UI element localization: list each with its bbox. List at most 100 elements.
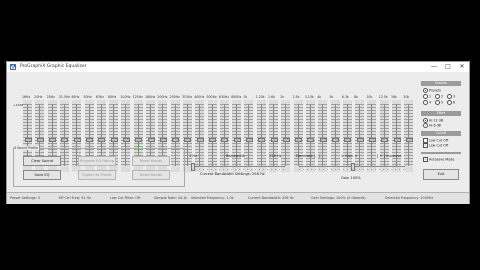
eq-band-frequency-label: 16Hz bbox=[22, 95, 31, 99]
eq-band-slider-thumb[interactable] bbox=[233, 138, 241, 142]
eq-band-frequency-label: 6.3k bbox=[341, 95, 349, 99]
eq-band-slider-thumb[interactable] bbox=[172, 138, 180, 142]
eq-band-frequency-label: 800Hz bbox=[231, 95, 242, 99]
status-item: Low Cut Filter: Off bbox=[110, 196, 141, 200]
export-preset-button[interactable]: Export as Preset bbox=[78, 170, 116, 180]
save-eq-button[interactable]: Save EQ bbox=[23, 170, 61, 180]
cutoff-low-2[interactable]: ✓ Low Cut Off bbox=[423, 143, 448, 148]
eq-band-slider-track[interactable] bbox=[260, 104, 262, 166]
eq-band-slider-thumb[interactable] bbox=[159, 138, 167, 142]
eq-band-frequency-label: 20Hz bbox=[34, 95, 43, 99]
eq-band-slider-thumb[interactable] bbox=[381, 138, 389, 142]
eq-band-slider-thumb[interactable] bbox=[368, 138, 376, 142]
eq-band-slider-thumb[interactable] bbox=[49, 138, 57, 142]
gain-label: < Gain > bbox=[341, 154, 358, 158]
preset-6[interactable]: 6 bbox=[447, 100, 455, 105]
status-item: Current Bandwidth: 256 Hz bbox=[248, 196, 294, 200]
eq-band-slider-track[interactable] bbox=[285, 104, 287, 166]
eq-band-frequency-label: 2.5k bbox=[292, 95, 300, 99]
eq-band-slider-track[interactable] bbox=[322, 104, 324, 166]
close-button[interactable]: ✕ bbox=[455, 62, 469, 71]
bandwidth-slider-track[interactable] bbox=[191, 166, 285, 167]
eq-band-slider-thumb[interactable] bbox=[270, 138, 278, 142]
eq-band-frequency-label: 31.5Hz bbox=[58, 95, 71, 99]
eq-band-frequency-label: 5k bbox=[329, 95, 334, 99]
bandwidth-max-label: 256 Hz bbox=[269, 154, 282, 158]
eq-band-frequency-label: 125Hz bbox=[132, 95, 143, 99]
eq-band-slider-track[interactable] bbox=[408, 104, 410, 166]
preset-5[interactable]: 5 bbox=[435, 100, 443, 105]
eq-band-slider-track[interactable] bbox=[199, 104, 201, 166]
eq-band-slider-thumb[interactable] bbox=[295, 138, 303, 142]
eq-band-slider-thumb[interactable] bbox=[184, 138, 192, 142]
max-gain-label: +12dB bbox=[13, 103, 24, 107]
eq-band-slider-thumb[interactable] bbox=[393, 138, 401, 142]
eq-band-slider-track[interactable] bbox=[371, 104, 373, 166]
minimize-button[interactable]: — bbox=[427, 62, 441, 71]
exit-button[interactable]: Exit bbox=[423, 169, 459, 180]
eq-band-slider-track[interactable] bbox=[334, 104, 336, 166]
eq-band-slider-thumb[interactable] bbox=[245, 138, 253, 142]
eq-band-slider-thumb[interactable] bbox=[24, 138, 32, 142]
eq-band-slider-thumb[interactable] bbox=[196, 138, 204, 142]
status-item: Gain Settings: 100% (0 Gbands) bbox=[311, 196, 366, 200]
eq-band-slider-track[interactable] bbox=[186, 104, 188, 166]
eq-band-slider-thumb[interactable] bbox=[344, 138, 352, 142]
eq-band-slider-track[interactable] bbox=[359, 104, 361, 166]
eq-band-slider-track[interactable] bbox=[223, 104, 225, 166]
gain-increase-label[interactable]: [ + ] Increase bbox=[377, 154, 401, 158]
preset-2[interactable]: 2 bbox=[435, 94, 443, 99]
status-item: Selected Frequency: 1000Hz bbox=[385, 196, 434, 200]
eq-band-frequency-label: 1.25k bbox=[255, 95, 265, 99]
presets-radio-master[interactable]: Presets bbox=[423, 88, 441, 93]
eq-band-slider-thumb[interactable] bbox=[86, 138, 93, 142]
filter-header: Filter bbox=[421, 111, 461, 116]
eq-band-frequency-label: 63Hz bbox=[95, 95, 104, 99]
gain-value: Gain 100% bbox=[341, 176, 361, 180]
eq-band-frequency-label: 315Hz bbox=[181, 95, 193, 99]
preset-3[interactable]: 3 bbox=[447, 94, 455, 99]
eq-band-frequency-label: 400Hz bbox=[194, 95, 205, 99]
import-preset-button[interactable]: Reset Bands bbox=[132, 170, 170, 180]
eq-band-slider-thumb[interactable] bbox=[147, 138, 155, 142]
eq-band-frequency-label: 1.6k bbox=[268, 95, 275, 99]
eq-band-slider-thumb[interactable] bbox=[209, 138, 216, 142]
eq-band-slider-track[interactable] bbox=[211, 104, 213, 166]
status-item: Selected Frequency: 1.0k bbox=[191, 196, 234, 200]
title-bar[interactable]: ProGraphiX Graphic Equalizer — □ ✕ bbox=[7, 62, 469, 72]
eq-band-slider-thumb[interactable] bbox=[282, 138, 290, 142]
equalizer-window: ProGraphiX Graphic Equalizer — □ ✕ +12dB… bbox=[6, 61, 470, 204]
eq-band-slider-thumb[interactable] bbox=[110, 138, 118, 142]
eq-band-frequency-label: 1k bbox=[243, 95, 248, 99]
cutoff-header: Cutoff bbox=[421, 131, 461, 136]
eq-band-slider-thumb[interactable] bbox=[332, 138, 339, 142]
eq-band-slider-thumb[interactable] bbox=[135, 138, 143, 142]
eq-band-slider-thumb[interactable] bbox=[258, 138, 266, 142]
eq-band-slider-track[interactable] bbox=[248, 104, 250, 166]
eq-band-slider-thumb[interactable] bbox=[221, 138, 229, 142]
eq-band-slider-thumb[interactable] bbox=[61, 138, 69, 142]
eq-band-slider-thumb[interactable] bbox=[122, 138, 130, 142]
eq-band-frequency-label: 12.5k bbox=[378, 95, 388, 99]
preset-4[interactable]: 4 bbox=[423, 100, 431, 105]
eq-band-slider-thumb[interactable] bbox=[319, 138, 327, 142]
bandwidth-label: Bandwidth bbox=[226, 154, 246, 158]
gain-decrease-label[interactable]: Decrease [ - ] bbox=[296, 154, 320, 158]
eq-band-frequency-label: 3.15k bbox=[304, 95, 314, 99]
status-item: Preset Settings: 3 bbox=[10, 196, 40, 200]
eq-band-slider-thumb[interactable] bbox=[98, 138, 106, 142]
eq-band-slider-thumb[interactable] bbox=[405, 138, 413, 142]
preset-1[interactable]: 1 bbox=[423, 94, 431, 99]
filter-hi6[interactable]: Hi 6 dB bbox=[423, 123, 441, 128]
eq-band-frequency-label: 250Hz bbox=[169, 95, 180, 99]
reset-bands-button[interactable]: Reset Bands bbox=[132, 156, 170, 166]
eq-band-slider-thumb[interactable] bbox=[307, 138, 315, 142]
clear-sound-button[interactable]: Clear Sound bbox=[23, 156, 61, 166]
eq-band-slider-thumb[interactable] bbox=[36, 138, 44, 142]
eq-band-slider-thumb[interactable] bbox=[73, 138, 81, 142]
eq-band-frequency-label: 40Hz bbox=[71, 95, 80, 99]
program-eq-button[interactable]: Program EQ Rating bbox=[78, 156, 116, 166]
eq-band-slider-thumb[interactable] bbox=[356, 138, 364, 142]
maximize-button[interactable]: □ bbox=[441, 62, 455, 71]
autosave-checkbox[interactable]: ✓ Autosave Mode bbox=[423, 157, 454, 162]
